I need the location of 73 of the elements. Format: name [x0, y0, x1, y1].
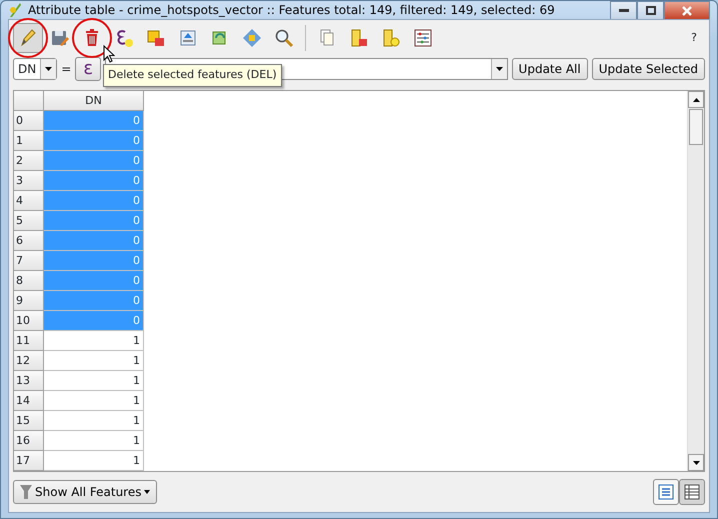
mouse-cursor	[103, 45, 115, 63]
table-cell: 1	[44, 351, 144, 371]
row-header[interactable]: 13	[14, 371, 44, 391]
row-header[interactable]: 3	[14, 171, 44, 191]
close-button[interactable]	[664, 1, 710, 20]
update-selected-button[interactable]: Update Selected	[592, 58, 705, 80]
table-cell: 0	[44, 251, 144, 271]
table-cell: 1	[44, 391, 144, 411]
scroll-up-button[interactable]	[688, 91, 704, 108]
table-cell: 1	[44, 431, 144, 451]
expression-button[interactable]: ε	[75, 57, 102, 81]
table-cell: 1	[44, 331, 144, 351]
row-header[interactable]: 16	[14, 431, 44, 451]
table-cell: 0	[44, 191, 144, 211]
row-header[interactable]: 9	[14, 291, 44, 311]
table-cell: 0	[44, 171, 144, 191]
row-header[interactable]: 0	[14, 111, 44, 131]
form-view-icon	[657, 483, 675, 501]
app-icon	[8, 2, 22, 18]
field-combo[interactable]: DN	[13, 58, 58, 80]
table-cell: 0	[44, 131, 144, 151]
row-header[interactable]: 5	[14, 211, 44, 231]
window-title: Attribute table - crime_hotspots_vector :: Features total: 149, filtered: 149, selected: 69	[28, 2, 555, 19]
pencil-icon	[18, 28, 38, 48]
table-cell: 0	[44, 111, 144, 131]
tooltip: Delete selected features (DEL)	[103, 64, 282, 86]
update-all-button[interactable]: Update All	[512, 58, 588, 80]
row-header[interactable]: 6	[14, 231, 44, 251]
table-cell: 1	[44, 411, 144, 431]
row-header[interactable]: 12	[14, 351, 44, 371]
caret-icon	[496, 67, 503, 71]
table-cell: 0	[44, 211, 144, 231]
row-header[interactable]: 4	[14, 191, 44, 211]
expression-icon	[114, 28, 134, 48]
table-cell: 0	[44, 311, 144, 331]
maximize-button[interactable]	[637, 1, 664, 20]
row-header[interactable]: 14	[14, 391, 44, 411]
table-cell: 0	[44, 271, 144, 291]
row-header[interactable]: 8	[14, 271, 44, 291]
up-arrow-icon	[692, 98, 700, 102]
form-view-button[interactable]	[653, 479, 679, 505]
maximize-icon	[646, 6, 656, 15]
table-cell: 1	[44, 371, 144, 391]
zoom-icon	[274, 28, 294, 48]
table-cell: 0	[44, 151, 144, 171]
table-cell: 1	[44, 451, 144, 471]
minimize-button[interactable]	[610, 1, 637, 20]
save-icon	[50, 28, 70, 48]
equals-label: =	[61, 61, 72, 78]
filter-icon	[20, 485, 32, 499]
caret-icon	[144, 490, 150, 494]
row-header[interactable]: 10	[14, 311, 44, 331]
scroll-down-button[interactable]	[688, 454, 704, 471]
row-header[interactable]: 2	[14, 151, 44, 171]
row-header[interactable]: 11	[14, 331, 44, 351]
select-icon	[146, 28, 166, 48]
column-header[interactable]: DN	[44, 91, 144, 111]
help-button[interactable]: ?	[691, 30, 697, 46]
filter-button[interactable]: Show All Features	[13, 480, 158, 504]
move-to-top-icon	[178, 28, 198, 48]
down-arrow-icon	[692, 460, 700, 464]
table-view-button[interactable]	[679, 479, 705, 505]
close-icon	[682, 6, 692, 16]
scrollbar-thumb[interactable]	[689, 109, 703, 145]
row-header[interactable]: 1	[14, 131, 44, 151]
row-header[interactable]: 17	[14, 451, 44, 471]
table-cell: 0	[44, 291, 144, 311]
row-header[interactable]: 7	[14, 251, 44, 271]
table-cell: 0	[44, 231, 144, 251]
table-view-icon	[683, 483, 701, 501]
minimize-icon	[618, 8, 628, 12]
caret-icon	[45, 67, 52, 71]
row-header[interactable]: 15	[14, 411, 44, 431]
